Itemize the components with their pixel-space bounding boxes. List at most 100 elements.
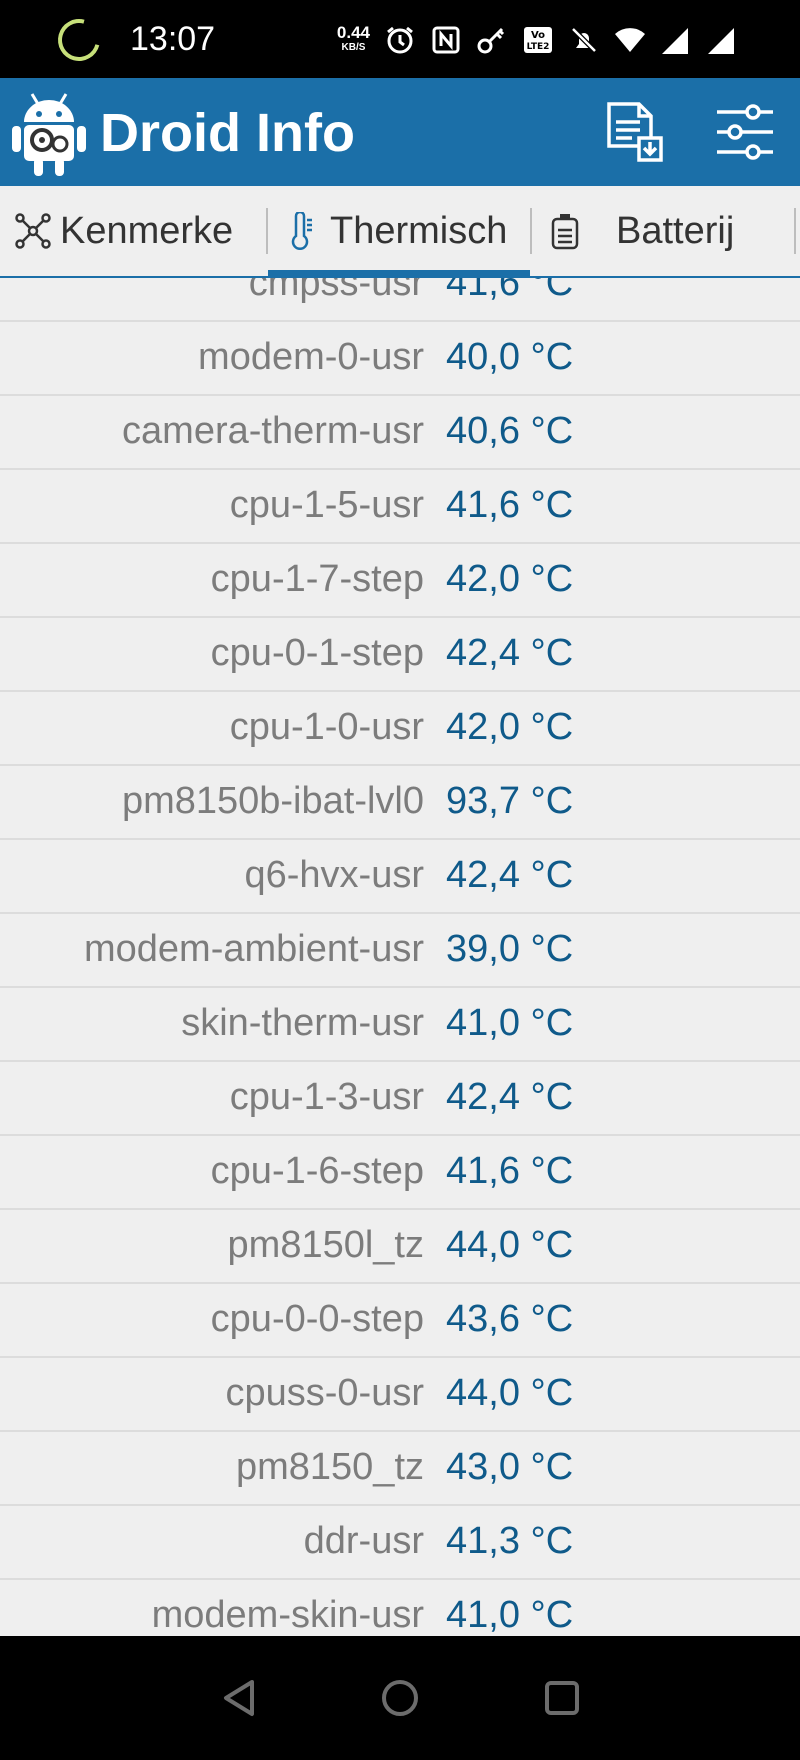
network-speed-unit: KB/S [341, 42, 366, 53]
volte-icon: Vo LTE2 [522, 24, 554, 56]
sensor-name: pm8150l_tz [227, 1224, 424, 1266]
tab-divider [266, 208, 268, 254]
do-not-disturb-icon [568, 24, 600, 56]
sensor-row: skin-therm-usr 41,0 °C [0, 988, 800, 1062]
tab-batterij[interactable]: Batterij [546, 186, 734, 276]
sensor-name: q6-hvx-usr [244, 854, 425, 896]
sensor-row: modem-ambient-usr 39,0 °C [0, 914, 800, 988]
status-bar: 13:07 0.44 KB/S Vo LTE2 [0, 0, 800, 78]
settings-button[interactable] [713, 100, 777, 164]
sensor-temperature: 42,4 °C [446, 854, 574, 896]
sensor-temperature: 41,6 °C [446, 484, 574, 526]
sensor-name: skin-therm-usr [181, 1002, 424, 1044]
status-time: 13:07 [130, 20, 216, 58]
sensor-row: cpu-1-6-step 41,6 °C [0, 1136, 800, 1210]
tab-divider [530, 208, 532, 254]
sensor-row: modem-skin-usr 41,0 °C [0, 1580, 800, 1636]
sensor-temperature: 42,4 °C [446, 1076, 574, 1118]
recents-square-icon [545, 1681, 579, 1715]
sensor-temperature: 44,0 °C [446, 1224, 574, 1266]
back-triangle-icon [224, 1680, 254, 1716]
sensor-temperature: 93,7 °C [446, 780, 574, 822]
tab-batterij-label: Batterij [616, 209, 735, 252]
droid-logo-icon [10, 88, 88, 178]
sensor-temperature: 41,0 °C [446, 1594, 574, 1636]
svg-text:Vo: Vo [531, 30, 545, 41]
home-button[interactable] [378, 1676, 422, 1720]
tab-kenmerke[interactable]: Kenmerke [14, 186, 233, 276]
app-bar: Droid Info [0, 78, 800, 186]
sensor-temperature: 43,0 °C [446, 1446, 574, 1488]
sensor-name: cpu-1-0-usr [229, 706, 424, 748]
sensor-row: pm8150l_tz 44,0 °C [0, 1210, 800, 1284]
sensor-temperature: 40,6 °C [446, 410, 574, 452]
sensor-row: cpu-0-1-step 42,4 °C [0, 618, 800, 692]
signal-icon [706, 24, 738, 56]
sensor-name: cpu-1-5-usr [229, 484, 424, 526]
sensor-row: cpu-1-7-step 42,0 °C [0, 544, 800, 618]
sensor-temperature: 42,0 °C [446, 706, 574, 748]
sensor-temperature: 42,4 °C [446, 632, 574, 674]
sensor-temperature: 41,6 °C [446, 1150, 574, 1192]
sensor-row: cpu-1-0-usr 42,0 °C [0, 692, 800, 766]
home-circle-icon [382, 1680, 418, 1716]
sensor-name: ddr-usr [303, 1520, 424, 1562]
sensor-temperature: 41,6 °C [446, 278, 574, 304]
export-document-icon [607, 102, 663, 162]
vpn-key-icon [476, 24, 508, 56]
selected-tab-indicator [268, 270, 530, 278]
tab-thermisch[interactable]: Thermisch [284, 186, 507, 276]
sensor-row: modem-0-usr 40,0 °C [0, 322, 800, 396]
loading-ring-icon [50, 11, 108, 69]
sliders-icon [717, 104, 773, 160]
sensor-name: modem-ambient-usr [84, 928, 424, 970]
sensor-name: cpuss-0-usr [225, 1372, 425, 1414]
signal-icon [660, 24, 692, 56]
svg-text:LTE2: LTE2 [527, 42, 550, 52]
tab-divider [794, 208, 796, 254]
sensor-name: pm8150b-ibat-lvl0 [121, 780, 424, 822]
battery-icon [546, 212, 584, 250]
sensor-row: cpu-0-0-step 43,6 °C [0, 1284, 800, 1358]
sensor-row: q6-hvx-usr 42,4 °C [0, 840, 800, 914]
sensor-name: cpu-1-6-step [210, 1150, 424, 1192]
sensor-name: camera-therm-usr [122, 410, 424, 452]
sensor-row: ddr-usr 41,3 °C [0, 1506, 800, 1580]
sensor-temperature: 43,6 °C [446, 1298, 574, 1340]
sensor-name: modem-0-usr [198, 336, 424, 378]
network-speed: 0.44 KB/S [337, 24, 370, 55]
sensor-row: cpuss-0-usr 44,0 °C [0, 1358, 800, 1432]
app-title: Droid Info [100, 103, 355, 163]
thermal-sensor-list[interactable]: cmpss-usr 41,6 °C modem-0-usr 40,0 °C camera… [0, 278, 800, 1636]
back-button[interactable] [218, 1676, 262, 1720]
tab-thermisch-label: Thermisch [330, 209, 508, 252]
sensor-temperature: 39,0 °C [446, 928, 574, 970]
sensor-temperature: 41,3 °C [446, 1520, 574, 1562]
status-icons: 0.44 KB/S Vo LTE2 [337, 18, 738, 62]
wifi-icon [614, 24, 646, 56]
sensor-temperature: 44,0 °C [446, 1372, 574, 1414]
sensor-row: cmpss-usr 41,6 °C [0, 278, 800, 322]
sensor-row: pm8150_tz 43,0 °C [0, 1432, 800, 1506]
thermal-sensor-list-content: cmpss-usr 41,6 °C modem-0-usr 40,0 °C camera… [0, 278, 800, 1636]
recents-button[interactable] [540, 1676, 584, 1720]
tab-kenmerke-label: Kenmerke [60, 209, 234, 252]
sensor-row: camera-therm-usr 40,6 °C [0, 396, 800, 470]
nfc-icon [430, 24, 462, 56]
sensor-temperature: 40,0 °C [446, 336, 574, 378]
sensor-row: cpu-1-5-usr 41,6 °C [0, 470, 800, 544]
sensor-row: cpu-1-3-usr 42,4 °C [0, 1062, 800, 1136]
sensor-name: cpu-0-0-step [210, 1298, 424, 1340]
sensor-name: modem-skin-usr [151, 1594, 424, 1636]
sensor-row: pm8150b-ibat-lvl0 93,7 °C [0, 766, 800, 840]
sensor-temperature: 42,0 °C [446, 558, 574, 600]
sensor-temperature: 41,0 °C [446, 1002, 574, 1044]
export-report-button[interactable] [603, 100, 667, 164]
tab-bar: Kenmerke Thermisch Batterij [0, 186, 800, 278]
sensor-name: cpu-0-1-step [210, 632, 424, 674]
sensor-name: pm8150_tz [235, 1446, 424, 1488]
sensor-name: cpu-1-3-usr [229, 1076, 424, 1118]
thermometer-icon [284, 210, 322, 250]
network-icon [14, 212, 52, 250]
sensor-name: cmpss-usr [248, 278, 424, 304]
